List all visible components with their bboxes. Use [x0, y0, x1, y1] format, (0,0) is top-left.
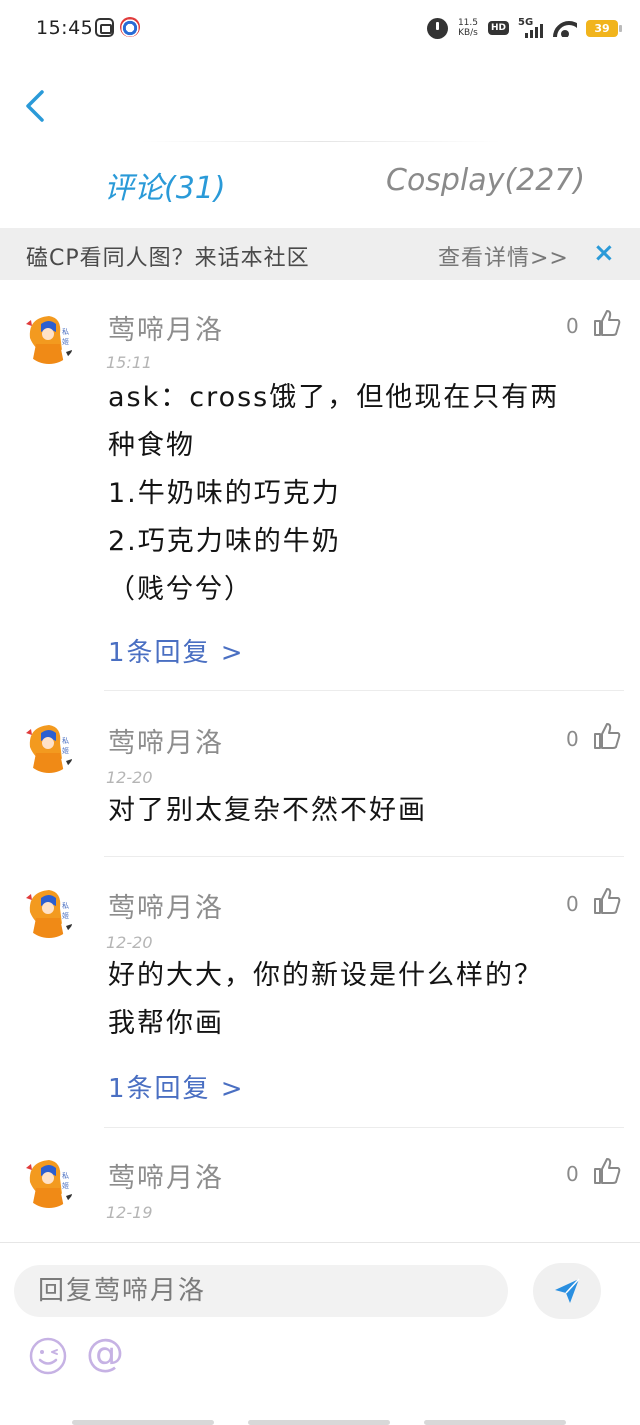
status-bar: 15:45 11.5 KB/s HD 5G 39	[0, 0, 640, 60]
home-indicator	[248, 1420, 390, 1425]
network-speed-value: 11.5	[457, 18, 478, 28]
thumbs-up-icon[interactable]	[592, 308, 622, 338]
mention-button[interactable]: @	[86, 1331, 124, 1375]
promo-banner: 磕CP看同人图？来话本社区 查看详情>> ×	[0, 228, 640, 280]
emoji-icon[interactable]	[28, 1336, 68, 1376]
comment-text: ask：cross饿了，但他现在只有两 种食物 1.牛奶味的巧克力 2.巧克力味…	[108, 374, 608, 614]
svg-text:私: 私	[62, 327, 69, 336]
banner-details-link[interactable]: 查看详情>>	[438, 240, 569, 272]
tab-cosplay[interactable]: Cosplay(227)	[386, 163, 585, 198]
svg-text:姬: 姬	[62, 911, 69, 920]
hd-badge: HD	[487, 21, 509, 35]
app-icon-2	[120, 17, 140, 37]
comment-text: 对了别太复杂不然不好画	[108, 787, 608, 835]
svg-text:姬: 姬	[62, 746, 69, 755]
thumbs-up-icon[interactable]	[592, 886, 622, 916]
avatar[interactable]: 私 姬	[22, 1154, 76, 1208]
reply-input[interactable]	[14, 1265, 508, 1317]
like-count: 0	[566, 727, 579, 751]
alarm-icon	[426, 17, 448, 39]
comment-time: 12-20	[106, 933, 153, 952]
svg-text:私: 私	[62, 736, 69, 745]
svg-text:私: 私	[62, 901, 69, 910]
comment-line: 对了别太复杂不然不好画	[108, 795, 427, 826]
home-indicator	[424, 1420, 566, 1425]
signal-icon: 5G	[518, 17, 544, 39]
network-speed-unit: KB/s	[458, 28, 478, 38]
thumbs-up-icon[interactable]	[592, 721, 622, 751]
comment-author[interactable]: 莺啼月洛	[108, 308, 224, 347]
like-count: 0	[566, 892, 579, 916]
chevron-left-icon	[26, 90, 44, 122]
like-count: 0	[566, 1162, 579, 1186]
comment-line: ask：cross饿了，但他现在只有两	[108, 382, 560, 413]
wifi-icon	[553, 19, 577, 37]
battery-icon: 39	[586, 19, 622, 37]
svg-text:姬: 姬	[62, 337, 69, 346]
back-button[interactable]	[20, 86, 60, 126]
comment-author[interactable]: 莺啼月洛	[108, 721, 224, 760]
divider	[104, 1127, 624, 1128]
like-count: 0	[566, 314, 579, 338]
divider	[104, 856, 624, 857]
svg-text:姬: 姬	[62, 1181, 69, 1190]
network-speed: 11.5 KB/s	[457, 18, 479, 38]
comment-time: 12-20	[106, 768, 153, 787]
avatar[interactable]: 私 姬	[22, 719, 76, 773]
comment-line: 1.牛奶味的巧克力	[108, 478, 341, 509]
status-icons: 11.5 KB/s HD 5G 39	[426, 15, 622, 41]
comment-line: （贱兮兮）	[108, 574, 253, 605]
app-icon	[95, 18, 114, 37]
comment-line: 种食物	[108, 430, 195, 461]
divider	[140, 141, 500, 142]
view-replies-link[interactable]: 1条回复 >	[108, 1068, 245, 1105]
send-icon	[555, 1278, 580, 1303]
thumbs-up-icon[interactable]	[592, 1156, 622, 1186]
reply-composer: @	[0, 1242, 640, 1425]
comment-time: 15:11	[106, 353, 153, 372]
close-icon[interactable]: ×	[593, 240, 615, 266]
comment-text: 好的大大，你的新设是什么样的？ 我帮你画	[108, 952, 608, 1048]
svg-text:私: 私	[62, 1171, 69, 1180]
home-indicator	[72, 1420, 214, 1425]
avatar[interactable]: 私 姬	[22, 310, 76, 364]
view-replies-link[interactable]: 1条回复 >	[108, 632, 245, 669]
divider	[104, 690, 624, 691]
comment-line: 我帮你画	[108, 1008, 224, 1039]
comment-line: 好的大大，你的新设是什么样的？	[108, 960, 543, 991]
send-button[interactable]	[533, 1263, 601, 1319]
comment-time: 12-19	[106, 1203, 153, 1222]
comment-author[interactable]: 莺啼月洛	[108, 1156, 224, 1195]
comment-author[interactable]: 莺啼月洛	[108, 886, 224, 925]
tab-comments[interactable]: 评论(31)	[104, 163, 226, 207]
banner-text: 磕CP看同人图？来话本社区	[26, 246, 310, 271]
status-time: 15:45	[36, 17, 94, 39]
avatar[interactable]: 私 姬	[22, 884, 76, 938]
comment-line: 2.巧克力味的牛奶	[108, 526, 341, 557]
